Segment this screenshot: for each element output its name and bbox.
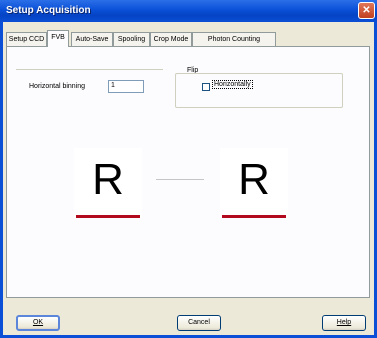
cancel-button[interactable]: Cancel (177, 315, 221, 331)
preview-letter-original: R (92, 155, 124, 204)
ok-button[interactable]: OK (16, 315, 60, 331)
help-button[interactable]: Help (322, 315, 366, 331)
preview-letter-flipped: R (238, 155, 270, 204)
preview-flipped: R (220, 148, 288, 218)
fvb-tab-panel: Horizontal binning 1 Flip Horizontally (6, 46, 370, 298)
horizontal-binning-input[interactable]: 1 (108, 80, 144, 93)
tab-fvb[interactable]: FVB (47, 30, 69, 47)
ok-button-label: OK (32, 319, 44, 326)
cancel-button-label: Cancel (188, 319, 210, 326)
tab-spooling[interactable]: Spooling (113, 32, 150, 46)
close-button[interactable]: ✕ (358, 2, 375, 19)
preview-original: R (74, 148, 142, 218)
preview-underline-original (76, 215, 140, 218)
tab-photon-counting[interactable]: Photon Counting (192, 32, 276, 46)
flip-horizontally-checkbox[interactable] (202, 83, 210, 91)
binning-group (16, 69, 163, 119)
preview-connector (156, 179, 204, 180)
preview-underline-flipped (222, 215, 286, 218)
tab-setup-ccd[interactable]: Setup CCD (6, 32, 47, 46)
flip-group (175, 73, 343, 108)
flip-horizontally-label[interactable]: Horizontally (212, 80, 253, 89)
title-bar[interactable]: Setup Acquisition ✕ (0, 0, 377, 22)
tab-crop-mode[interactable]: Crop Mode (150, 32, 192, 46)
close-icon: ✕ (362, 5, 371, 16)
window-title: Setup Acquisition (6, 5, 91, 16)
help-button-label: Help (336, 319, 352, 326)
horizontal-binning-label: Horizontal binning (29, 83, 86, 90)
tab-auto-save[interactable]: Auto-Save (71, 32, 113, 46)
